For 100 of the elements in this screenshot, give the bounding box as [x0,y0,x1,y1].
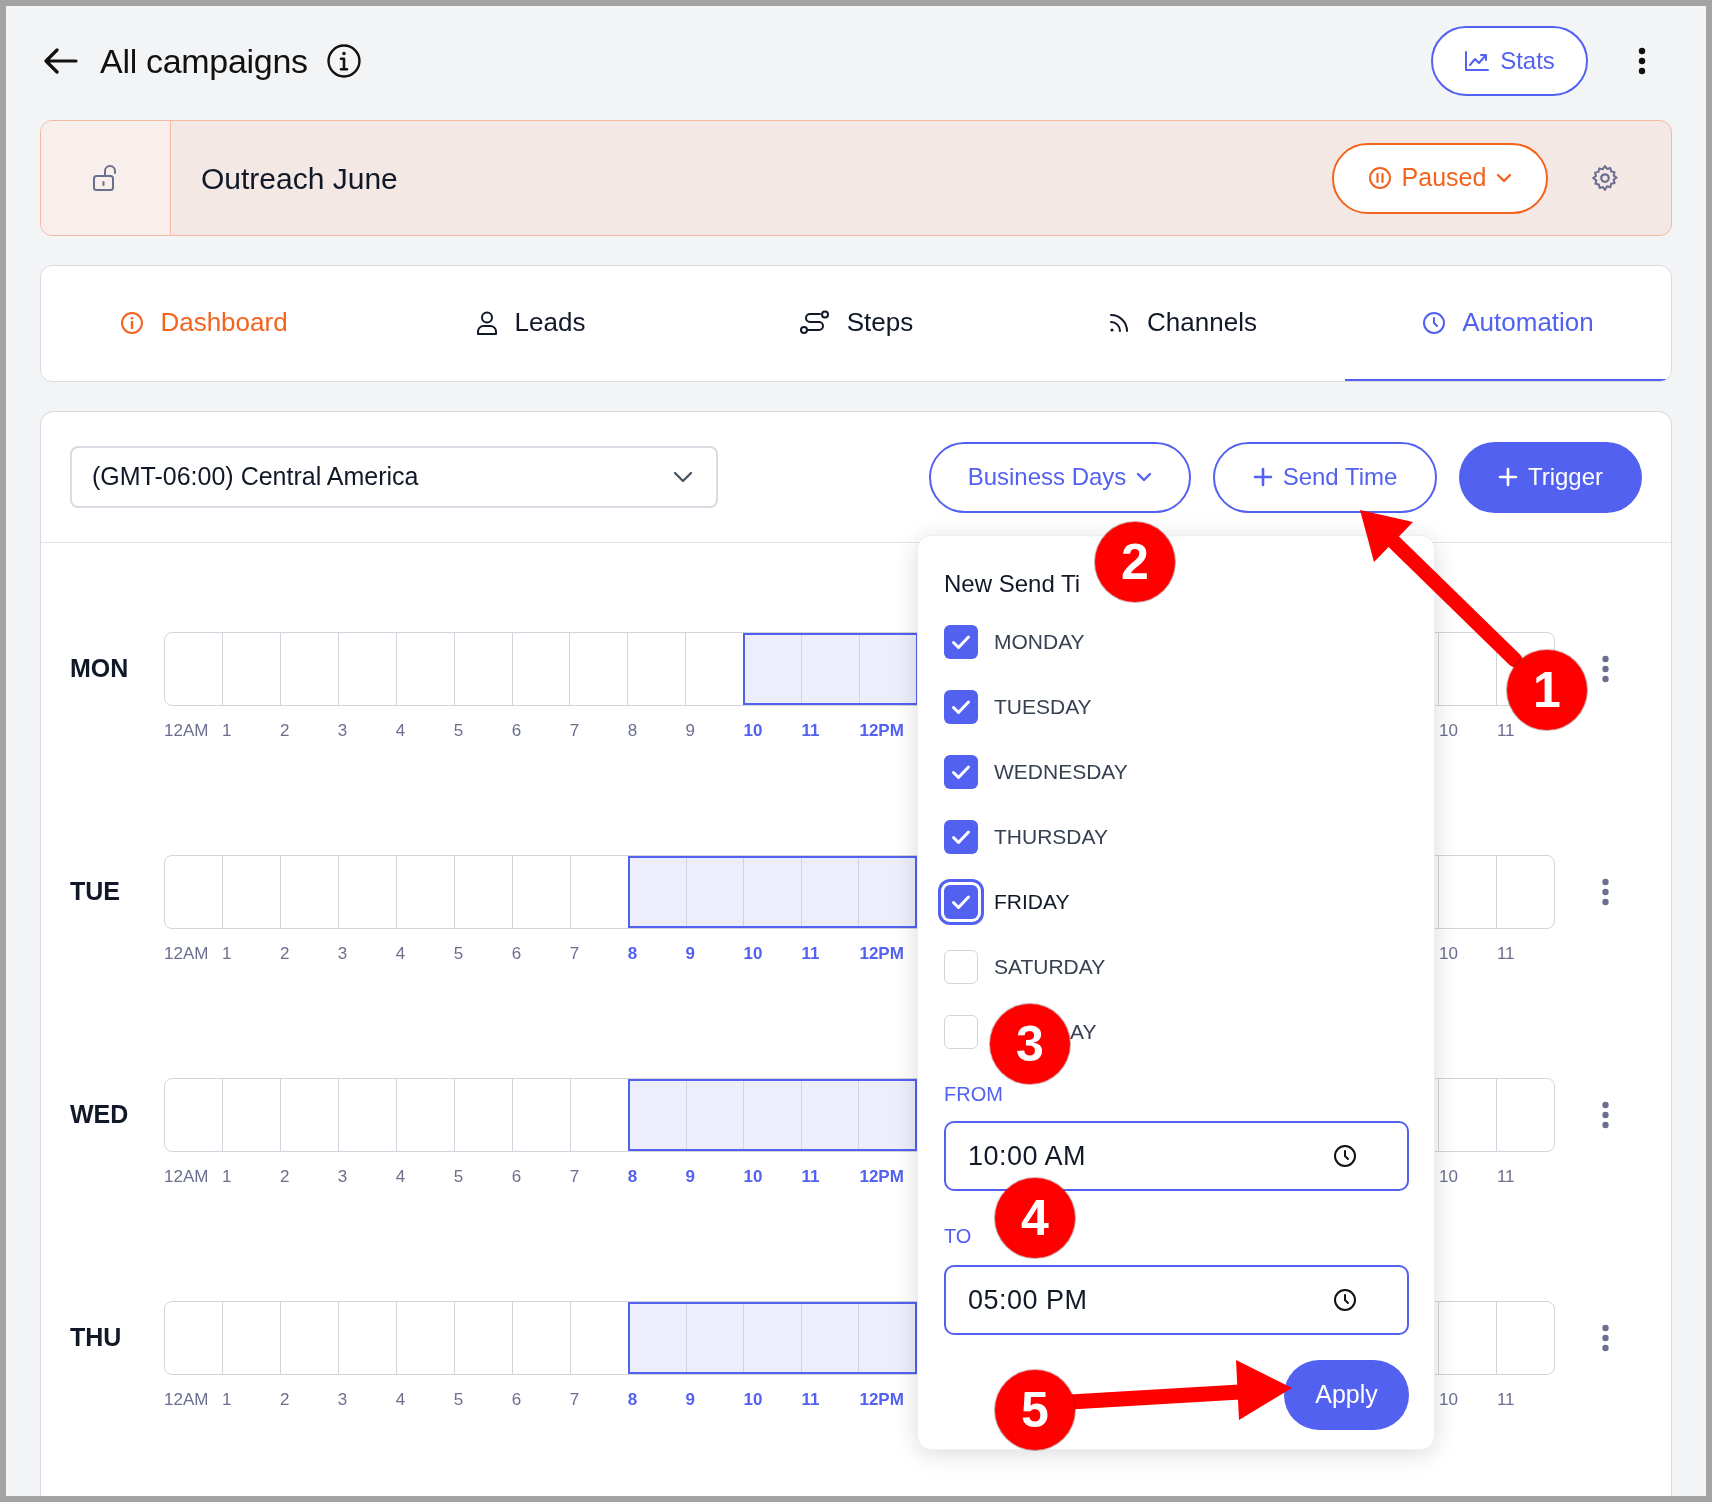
back-arrow-icon[interactable] [44,48,78,74]
hour-label: 2 [279,1167,290,1186]
hour-label: 12PM [859,1167,904,1186]
hour-label: 10 [1438,944,1458,963]
hour-label: 8 [627,1390,638,1409]
selected-time-range[interactable] [628,1079,917,1151]
selected-time-range[interactable] [628,856,917,928]
hour-label: 10 [1438,1167,1458,1186]
field-label: TO [944,1224,972,1249]
hour-label: 10 [743,721,763,740]
route-icon [798,309,831,336]
hour-label: 7 [569,1167,580,1186]
tab[interactable]: Channels [1019,266,1345,381]
day-label: MON [70,653,129,685]
hour-label: 5 [453,1390,464,1409]
checkbox[interactable] [944,1014,978,1049]
checkbox[interactable] [944,689,978,724]
stats-button[interactable]: Stats [1431,26,1588,96]
hour-label: 12PM [859,721,904,740]
hour-label: 11 [1496,1167,1515,1186]
hour-label: 12AM [164,1167,209,1186]
hour-label: 12PM [859,1390,904,1409]
time-field[interactable]: 10:00 AM [944,1121,1409,1191]
timezone-select[interactable]: (GMT-06:00) Central America [70,446,718,508]
clock-icon [1333,1288,1357,1312]
add-button[interactable]: Trigger [1459,441,1642,513]
hour-label: 3 [337,1390,348,1409]
chart-icon [1464,50,1491,72]
hour-label: 1 [221,944,232,963]
hour-label: 4 [395,1167,406,1186]
chevron-down-icon [1496,172,1513,184]
page-title: All campaigns [100,40,308,82]
clock-icon [1333,1144,1357,1168]
checkbox-label: AY [1070,1018,1097,1045]
checkmark-icon [951,893,971,910]
checkmark-icon [951,828,971,845]
add-button[interactable]: Send Time [1213,441,1437,513]
checkbox[interactable] [944,754,978,789]
clock-icon [1422,310,1447,335]
hour-label: 9 [685,1390,696,1409]
more-options-icon[interactable] [1637,47,1647,75]
hour-label: 10 [743,1167,763,1186]
hour-label: 10 [743,944,763,963]
hour-label: 3 [337,721,348,740]
hour-label: 11 [801,1390,820,1409]
hour-label: 11 [1496,1390,1515,1409]
hour-label: 5 [453,721,464,740]
tab[interactable]: Leads [367,266,693,381]
hour-label: 7 [569,721,580,740]
checkbox-label: MONDAY [994,628,1085,655]
hour-label: 8 [627,944,638,963]
hour-label: 7 [569,944,580,963]
hour-label: 6 [511,721,522,740]
hour-label: 10 [1438,721,1458,740]
settings-icon[interactable] [1590,163,1620,193]
hour-label: 6 [511,1167,522,1186]
checkmark-icon [951,633,971,650]
filter-dropdown[interactable]: Business Days [929,441,1191,513]
hour-label: 1 [221,721,232,740]
pause-icon [1367,166,1392,190]
hour-label: 6 [511,1390,522,1409]
hour-label: 10 [743,1390,763,1409]
tab[interactable]: Automation [1345,266,1671,381]
hour-label: 2 [279,721,290,740]
tab[interactable]: Steps [693,266,1019,381]
hour-label: 11 [801,1167,820,1186]
hour-label: 7 [569,1390,580,1409]
hour-label: 4 [395,1390,406,1409]
status-dropdown[interactable]: Paused [1332,142,1548,214]
hour-label: 3 [337,1167,348,1186]
hour-label: 10 [1438,1390,1458,1409]
day-label: THU [70,1322,122,1354]
tab[interactable]: Dashboard [41,266,367,381]
hour-label: 4 [395,944,406,963]
hour-label: 12AM [164,944,209,963]
checkbox-label: THURSDAY [994,823,1108,850]
plus-icon [1497,467,1518,487]
checkbox[interactable] [944,949,978,984]
hour-label: 9 [685,721,696,740]
checkbox[interactable] [944,624,978,659]
time-field[interactable]: 05:00 PM [944,1265,1409,1335]
hour-label: 3 [337,944,348,963]
chevron-down-icon [672,470,694,484]
selected-time-range[interactable] [743,633,918,705]
checkbox[interactable] [944,819,978,854]
info-icon[interactable] [325,43,362,79]
hour-label: 12PM [859,944,904,963]
field-label: FROM [944,1082,1003,1107]
info-icon [120,310,145,335]
checkbox-label: WEDNESDAY [994,758,1128,785]
person-icon [474,309,499,336]
checkbox-label: TUESDAY [994,693,1092,720]
selected-time-range[interactable] [628,1302,917,1374]
checkmark-icon [951,698,971,715]
hour-label: 8 [627,1167,638,1186]
hour-label: 1 [221,1390,232,1409]
checkbox-label: FRIDAY [994,888,1070,915]
day-label: WED [70,1099,129,1131]
hour-label: 8 [627,721,638,740]
apply-button[interactable]: Apply [1284,1360,1409,1430]
